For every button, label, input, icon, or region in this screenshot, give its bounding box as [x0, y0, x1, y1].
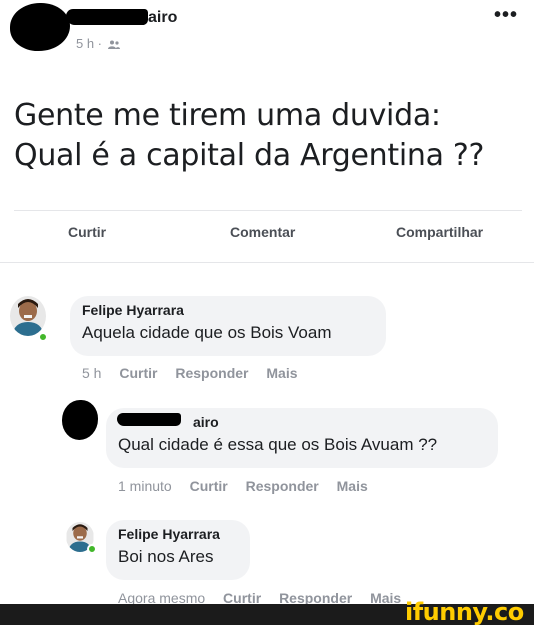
commenter-avatar[interactable] [10, 296, 46, 336]
post-actions: Curtir Comentar Compartilhar [0, 224, 534, 252]
online-status-dot [38, 332, 48, 342]
reply-like-link[interactable]: Curtir [190, 478, 228, 494]
reply-more-link[interactable]: Mais [337, 478, 368, 494]
post-time[interactable]: 5 h · [76, 36, 102, 51]
commenter-name[interactable]: Felipe Hyarrara [82, 302, 374, 318]
share-button[interactable]: Compartilhar [396, 224, 483, 240]
online-status-dot [87, 544, 97, 554]
post-text: Gente me tirem uma duvida: Qual é a capi… [14, 96, 484, 176]
comment-bubble: Felipe Hyarrara Aquela cidade que os Boi… [70, 296, 386, 356]
post-meta: 5 h · [76, 36, 120, 51]
reply-reply-link[interactable]: Responder [246, 478, 319, 494]
commenter-name[interactable]: Felipe Hyarrara [118, 526, 238, 542]
author-name[interactable]: airo [148, 9, 177, 27]
comment-like-link[interactable]: Curtir [119, 365, 157, 381]
comment-more-link[interactable]: Mais [266, 365, 297, 381]
post-header: airo 5 h · ••• [0, 0, 534, 60]
reply-meta: 1 minuto Curtir Responder Mais [118, 478, 382, 494]
author-avatar-redacted[interactable] [10, 3, 70, 51]
post-text-line: Gente me tirem uma duvida: [14, 98, 441, 133]
reply-time[interactable]: 1 minuto [118, 478, 172, 494]
like-button[interactable]: Curtir [68, 224, 106, 240]
more-options-icon[interactable]: ••• [494, 4, 518, 27]
avatar-photo [10, 296, 46, 336]
replier-name-redaction [117, 413, 181, 426]
comment-meta: 5 h Curtir Responder Mais [82, 365, 312, 381]
post-text-line: Qual é a capital da Argentina ?? [14, 138, 485, 173]
comment-reply-link[interactable]: Responder [175, 365, 248, 381]
friends-icon[interactable] [107, 40, 120, 50]
ifunny-watermark: ifunny.co [405, 598, 524, 625]
author-name-redaction [66, 9, 148, 25]
comment-time[interactable]: 5 h [82, 365, 101, 381]
comment-text: Aquela cidade que os Bois Voam [82, 323, 332, 342]
divider [0, 262, 534, 263]
replier-avatar-redacted[interactable] [62, 400, 98, 440]
reply-bubble: Felipe Hyarrara Boi nos Ares [106, 520, 250, 580]
reply-text: Boi nos Ares [118, 547, 214, 566]
comment-button[interactable]: Comentar [230, 224, 295, 240]
reply-text: Qual cidade é essa que os Bois Avuam ?? [118, 435, 438, 454]
divider [14, 210, 522, 211]
